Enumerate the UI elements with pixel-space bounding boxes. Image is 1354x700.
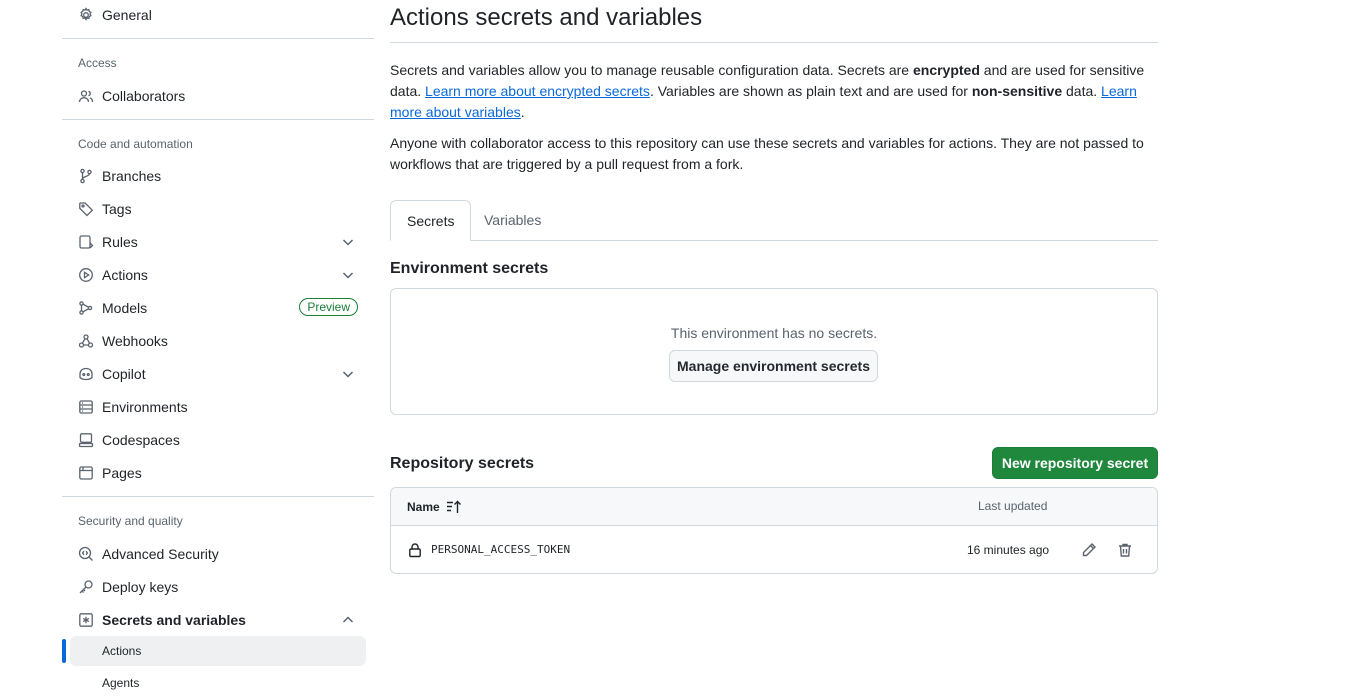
settings-sidebar: General Access Collaborators Code and au… [62, 0, 374, 700]
sidebar-item-label: Webhooks [102, 333, 168, 349]
sidebar-item-secrets-and-variables[interactable]: Secrets and variables [70, 604, 366, 636]
sidebar-item-environments[interactable]: Environments [70, 391, 366, 423]
title-divider [390, 42, 1158, 43]
access-paragraph: Anyone with collaborator access to this … [390, 135, 1144, 172]
sidebar-item-label: Advanced Security [102, 546, 219, 562]
new-repository-secret-button[interactable]: New repository secret [992, 447, 1158, 479]
play-icon [78, 267, 94, 283]
secret-last-updated: 16 minutes ago [967, 543, 1050, 557]
chevron-down-icon [342, 371, 354, 378]
gear-icon [78, 7, 94, 23]
sidebar-divider [62, 38, 374, 39]
sidebar-item-label: General [102, 7, 152, 23]
browser-icon [78, 465, 94, 481]
sidebar-item-label: Rules [102, 234, 138, 250]
key-icon [78, 579, 94, 595]
webhook-icon [78, 333, 94, 349]
people-icon [78, 88, 94, 104]
page-title: Actions secrets and variables [390, 4, 703, 31]
section-title-security: Security and quality [78, 514, 183, 528]
sidebar-item-advanced-security[interactable]: Advanced Security [70, 538, 366, 570]
sidebar-item-general[interactable]: General [70, 0, 366, 31]
intro-bold-text: non-sensitive [971, 83, 1063, 99]
delete-secret-button[interactable] [1115, 540, 1135, 560]
manage-environment-secrets-button[interactable]: Manage environment secrets [669, 350, 878, 382]
secret-name: PERSONAL_ACCESS_TOKEN [431, 543, 571, 556]
intro-text: Secrets and variables allow you to manag… [390, 62, 913, 78]
sidebar-item-label: Branches [102, 168, 162, 184]
encrypted-secrets-link[interactable]: Learn more about encrypted secrets [425, 83, 650, 99]
column-label: Name [407, 500, 440, 514]
rules-icon [78, 234, 94, 250]
sidebar-subitem-label: Actions [102, 644, 142, 658]
codescan-icon [78, 546, 94, 562]
sidebar-subitem-label: Agents [102, 676, 140, 690]
tab-secrets[interactable]: Secrets [390, 200, 472, 241]
models-icon [78, 300, 94, 316]
sidebar-item-rules[interactable]: Rules [70, 226, 366, 258]
sidebar-item-label: Actions [102, 267, 148, 283]
branch-icon [78, 168, 94, 184]
sidebar-item-label: Secrets and variables [102, 612, 246, 628]
sidebar-item-label: Collaborators [102, 88, 186, 104]
sort-ascending-icon [446, 500, 461, 513]
pencil-icon [1082, 543, 1096, 557]
section-title-code: Code and automation [78, 137, 193, 151]
copilot-icon [78, 366, 94, 382]
sidebar-item-webhooks[interactable]: Webhooks [70, 325, 366, 357]
sidebar-item-branches[interactable]: Branches [70, 160, 366, 192]
sidebar-item-label: Deploy keys [102, 579, 179, 595]
sidebar-item-copilot[interactable]: Copilot [70, 358, 366, 390]
server-icon [78, 399, 94, 415]
active-indicator [62, 639, 66, 663]
codespaces-icon [78, 432, 94, 448]
sidebar-subitem-agents[interactable]: Agents [70, 668, 366, 698]
chevron-up-icon [342, 616, 354, 623]
intro-paragraph: Secrets and variables allow you to manag… [390, 60, 1158, 123]
edit-secret-button[interactable] [1079, 540, 1099, 560]
sidebar-item-label: Pages [102, 465, 142, 481]
sidebar-subitem-actions[interactable]: Actions [70, 636, 366, 666]
sidebar-item-deploy-keys[interactable]: Deploy keys [70, 571, 366, 603]
chevron-down-icon [342, 239, 354, 246]
sidebar-divider [62, 119, 374, 120]
name-column-header[interactable]: Name [407, 499, 462, 515]
preview-badge: Preview [299, 298, 358, 316]
sidebar-item-models[interactable]: Models Preview [70, 292, 366, 324]
lock-icon [409, 543, 421, 558]
sidebar-item-label: Copilot [102, 366, 146, 382]
last-updated-column-header: Last updated [978, 499, 1048, 513]
intro-text: . [520, 104, 525, 120]
intro-text: . Variables are shown as plain text and … [649, 83, 972, 99]
section-title-access: Access [78, 56, 117, 70]
tab-bar: Secrets Variables [390, 200, 1158, 241]
sidebar-item-label: Models [102, 300, 148, 316]
chevron-down-icon [342, 272, 354, 279]
intro-text: data. [1062, 83, 1102, 99]
repository-secrets-heading: Repository secrets [390, 455, 535, 472]
tag-icon [78, 201, 94, 217]
sidebar-item-collaborators[interactable]: Collaborators [70, 80, 366, 112]
tab-variables[interactable]: Variables [468, 200, 557, 240]
environment-secrets-box: This environment has no secrets. Manage … [390, 288, 1158, 415]
sidebar-item-actions[interactable]: Actions [70, 259, 366, 291]
table-row: PERSONAL_ACCESS_TOKEN 16 minutes ago [391, 526, 1157, 573]
sidebar-item-codespaces[interactable]: Codespaces [70, 424, 366, 456]
trash-icon [1119, 543, 1131, 557]
sidebar-item-pages[interactable]: Pages [70, 457, 366, 489]
sidebar-item-tags[interactable]: Tags [70, 193, 366, 225]
empty-state-message: This environment has no secrets. [670, 325, 878, 341]
environment-secrets-heading: Environment secrets [390, 260, 549, 277]
repository-secrets-table: Name Last updated PERSONAL_ACCESS_TOKEN … [390, 487, 1158, 574]
sidebar-item-label: Environments [102, 399, 188, 415]
intro-bold-text: encrypted [912, 62, 980, 78]
sidebar-item-label: Tags [102, 201, 132, 217]
table-header: Name Last updated [391, 488, 1157, 526]
sidebar-item-label: Codespaces [102, 432, 180, 448]
asterisk-icon [78, 612, 94, 628]
sidebar-divider [62, 496, 374, 497]
